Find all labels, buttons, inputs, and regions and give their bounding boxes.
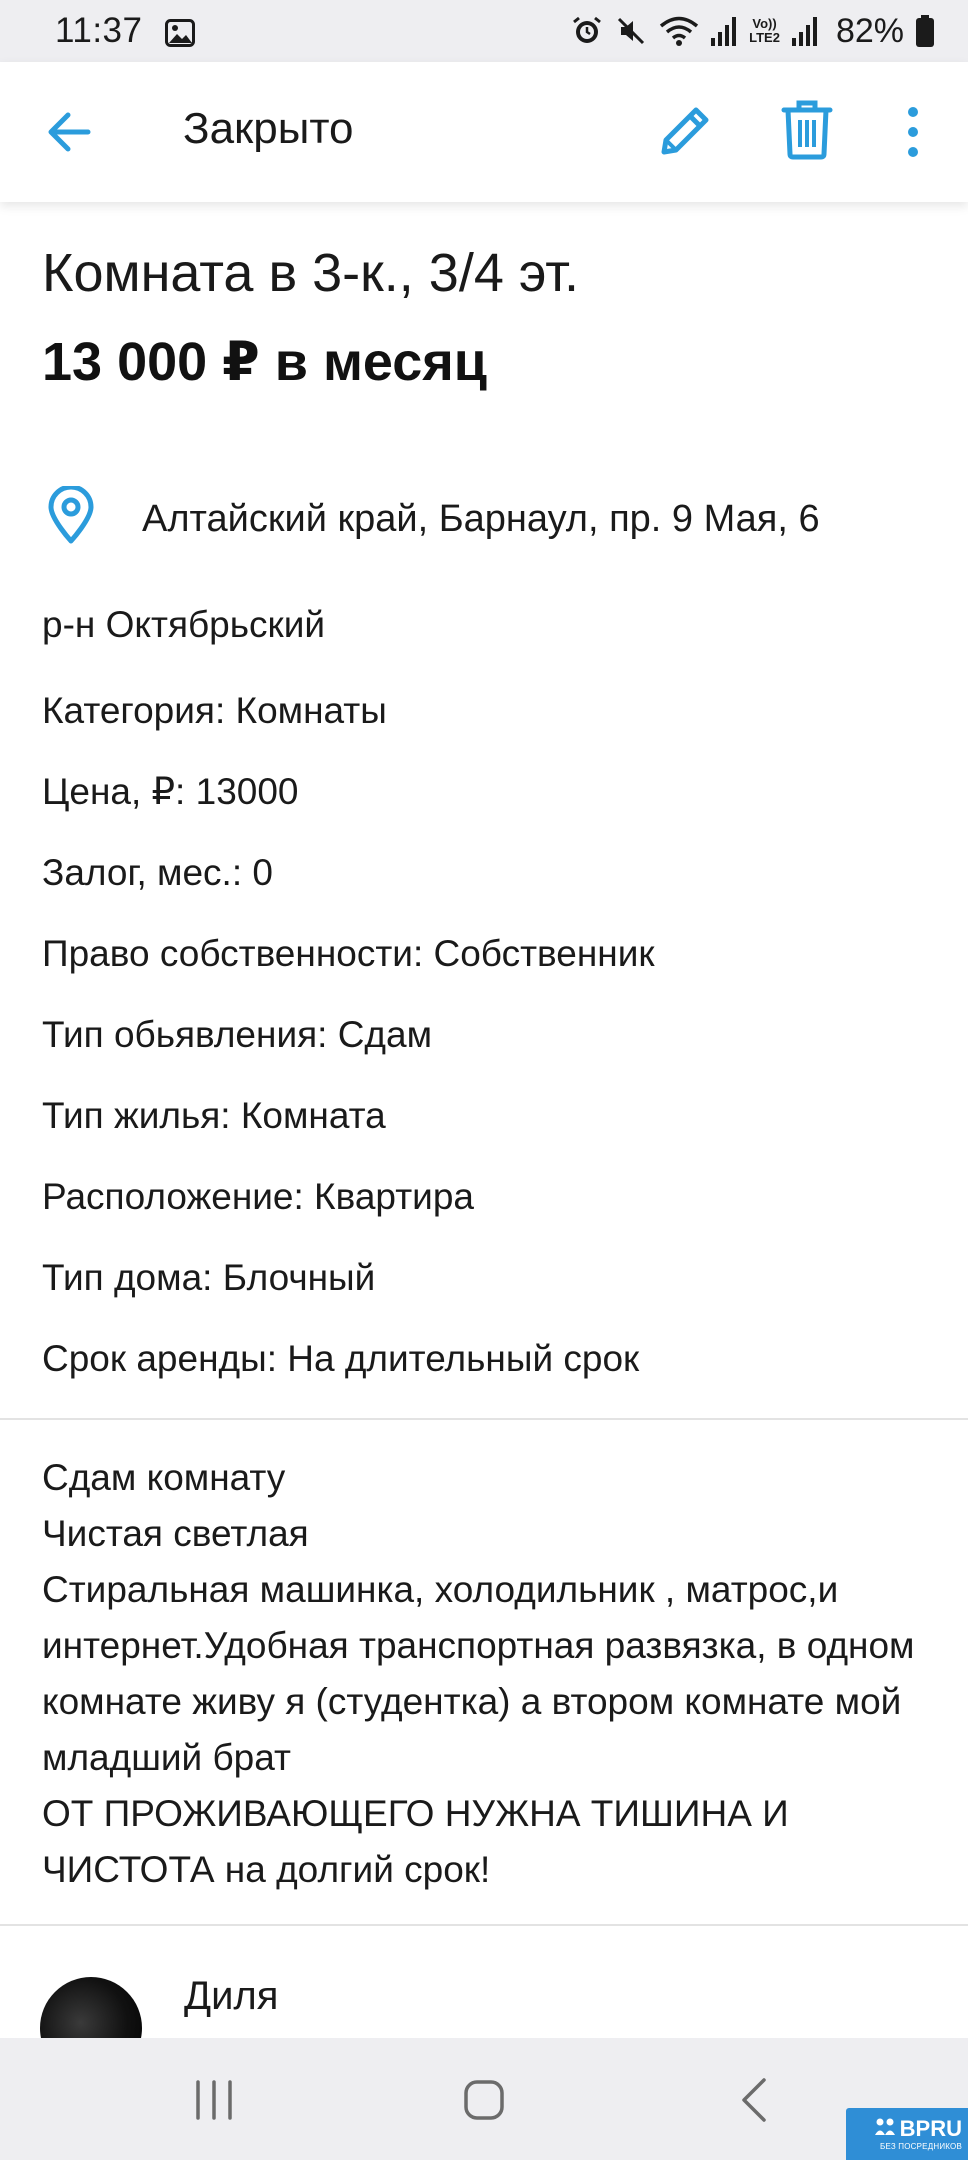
volte-lte2-label: Vo)) LTE2 — [749, 16, 780, 45]
district-text: р-н Октябрьский — [42, 604, 326, 645]
battery-percent: 82% — [835, 11, 904, 50]
property-list: Категория: Комнаты Цена, ₽: 13000 Залог,… — [42, 688, 942, 1417]
trash-icon[interactable] — [780, 98, 834, 160]
status-time: 11:37 — [55, 11, 143, 50]
home-icon[interactable] — [462, 2078, 506, 2122]
watermark-badge: BPRU БЕЗ ПОСРЕДНИКОВ — [846, 2108, 968, 2160]
divider — [0, 1924, 968, 1926]
watermark-brand: BPRU — [899, 2116, 962, 2141]
signal-icon — [791, 16, 818, 46]
property-listing-type: Тип обьявления: Сдам — [42, 1014, 433, 1055]
listing-description: Сдам комнату Чистая светлая Стиральная м… — [42, 1457, 915, 1890]
address-row[interactable]: Алтайский край, Барнаул, пр. 9 Мая, 6 — [0, 470, 968, 560]
listing-title: Комната в 3-к., 3/4 эт. — [42, 243, 579, 303]
mute-icon — [615, 15, 647, 47]
seller-name: Диля — [184, 1974, 279, 2018]
listing-price: 13 000 ₽ в месяц — [42, 332, 487, 392]
status-bar: 11:37 Vo)) LTE2 82% — [0, 0, 968, 62]
property-location: Расположение: Квартира — [42, 1176, 474, 1217]
back-arrow-icon[interactable] — [44, 106, 96, 158]
property-house-type: Тип дома: Блочный — [42, 1257, 376, 1298]
divider — [0, 1418, 968, 1420]
status-icons: Vo)) LTE2 82% — [571, 12, 934, 51]
navigation-bar — [0, 2038, 968, 2160]
property-price: Цена, ₽: 13000 — [42, 771, 299, 812]
screen: 11:37 Vo)) LTE2 82% Закрыто Комната в 3-… — [0, 0, 968, 2160]
gallery-icon — [164, 17, 195, 47]
app-bar-title: Закрыто — [183, 104, 354, 153]
property-ownership: Право собственности: Собственник — [42, 933, 655, 974]
property-housing-type: Тип жилья: Комната — [42, 1095, 386, 1136]
wifi-icon — [659, 15, 699, 47]
alarm-icon — [571, 15, 603, 47]
watermark-subtitle: БЕЗ ПОСРЕДНИКОВ — [880, 2141, 962, 2151]
property-rent-term: Срок аренды: На длительный срок — [42, 1338, 640, 1379]
pencil-icon[interactable] — [656, 100, 716, 160]
people-logo-icon — [874, 2117, 896, 2142]
back-icon[interactable] — [736, 2076, 772, 2124]
recents-icon[interactable] — [192, 2078, 236, 2122]
more-vertical-icon[interactable] — [896, 104, 930, 160]
property-category: Категория: Комнаты — [42, 690, 387, 731]
signal-icon — [711, 16, 737, 46]
property-deposit: Залог, мес.: 0 — [42, 852, 273, 893]
app-bar: Закрыто — [0, 62, 968, 202]
location-pin-icon — [46, 484, 96, 544]
battery-icon — [916, 15, 934, 47]
address-text: Алтайский край, Барнаул, пр. 9 Мая, 6 — [142, 498, 820, 540]
